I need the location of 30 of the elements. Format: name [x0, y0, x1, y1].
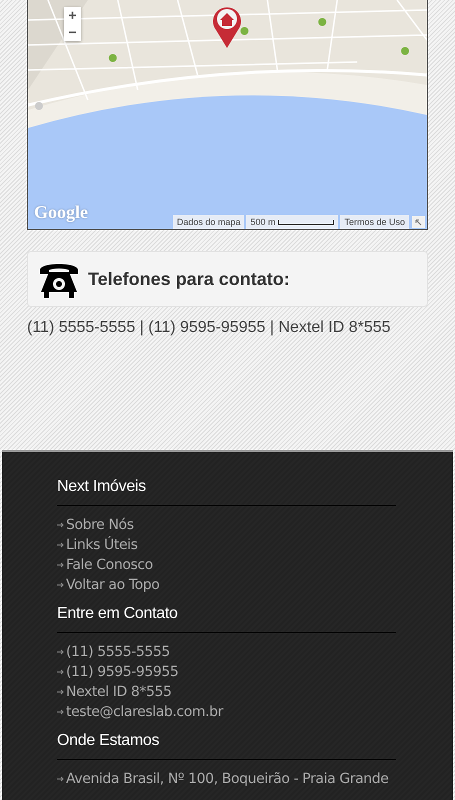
arrow-icon — [57, 562, 64, 568]
footer-link[interactable]: Nextel ID 8*555 — [66, 684, 172, 700]
arrow-icon — [57, 649, 64, 655]
phone-numbers: (11) 5555-5555 | (11) 9595-95955 | Nextel ID 8*555 — [27, 319, 392, 337]
arrow-icon — [57, 582, 64, 588]
expand-icon[interactable] — [412, 216, 425, 228]
footer-link[interactable]: Sobre Nós — [66, 517, 134, 533]
footer-link[interactable]: teste@clareslab.com.br — [66, 704, 224, 720]
footer-link[interactable]: (11) 9595-95955 — [66, 664, 178, 680]
arrow-icon — [57, 542, 64, 548]
map-attribution-link[interactable]: Dados do mapa — [172, 215, 244, 229]
footer-heading: Next Imóveis — [57, 478, 396, 506]
arrow-icon — [57, 709, 64, 715]
card-title: Telefones para contato: — [88, 268, 290, 290]
zoom-in-button[interactable]: + — [64, 7, 81, 24]
arrow-icon — [57, 689, 64, 695]
footer-link[interactable]: Voltar ao Topo — [66, 577, 160, 593]
footer-link[interactable]: Avenida Brasil, Nº 100, Boqueirão - Praia Grande — [66, 771, 388, 787]
footer-link[interactable]: Links Úteis — [66, 537, 138, 553]
map-logo: Google — [34, 202, 88, 223]
footer-link[interactable]: (11) 5555-5555 — [66, 644, 170, 660]
arrow-icon — [57, 522, 64, 528]
footer-heading: Entre em Contato — [57, 605, 396, 633]
footer-link[interactable]: Fale Conosco — [66, 557, 153, 573]
zoom-out-button[interactable]: − — [64, 24, 81, 41]
arrow-icon — [57, 669, 64, 675]
map-attribution-link[interactable]: Termos de Uso — [340, 215, 409, 229]
footer-heading: Onde Estamos — [57, 732, 396, 760]
arrow-icon — [57, 776, 64, 782]
map-scale: 500 m — [246, 215, 338, 229]
